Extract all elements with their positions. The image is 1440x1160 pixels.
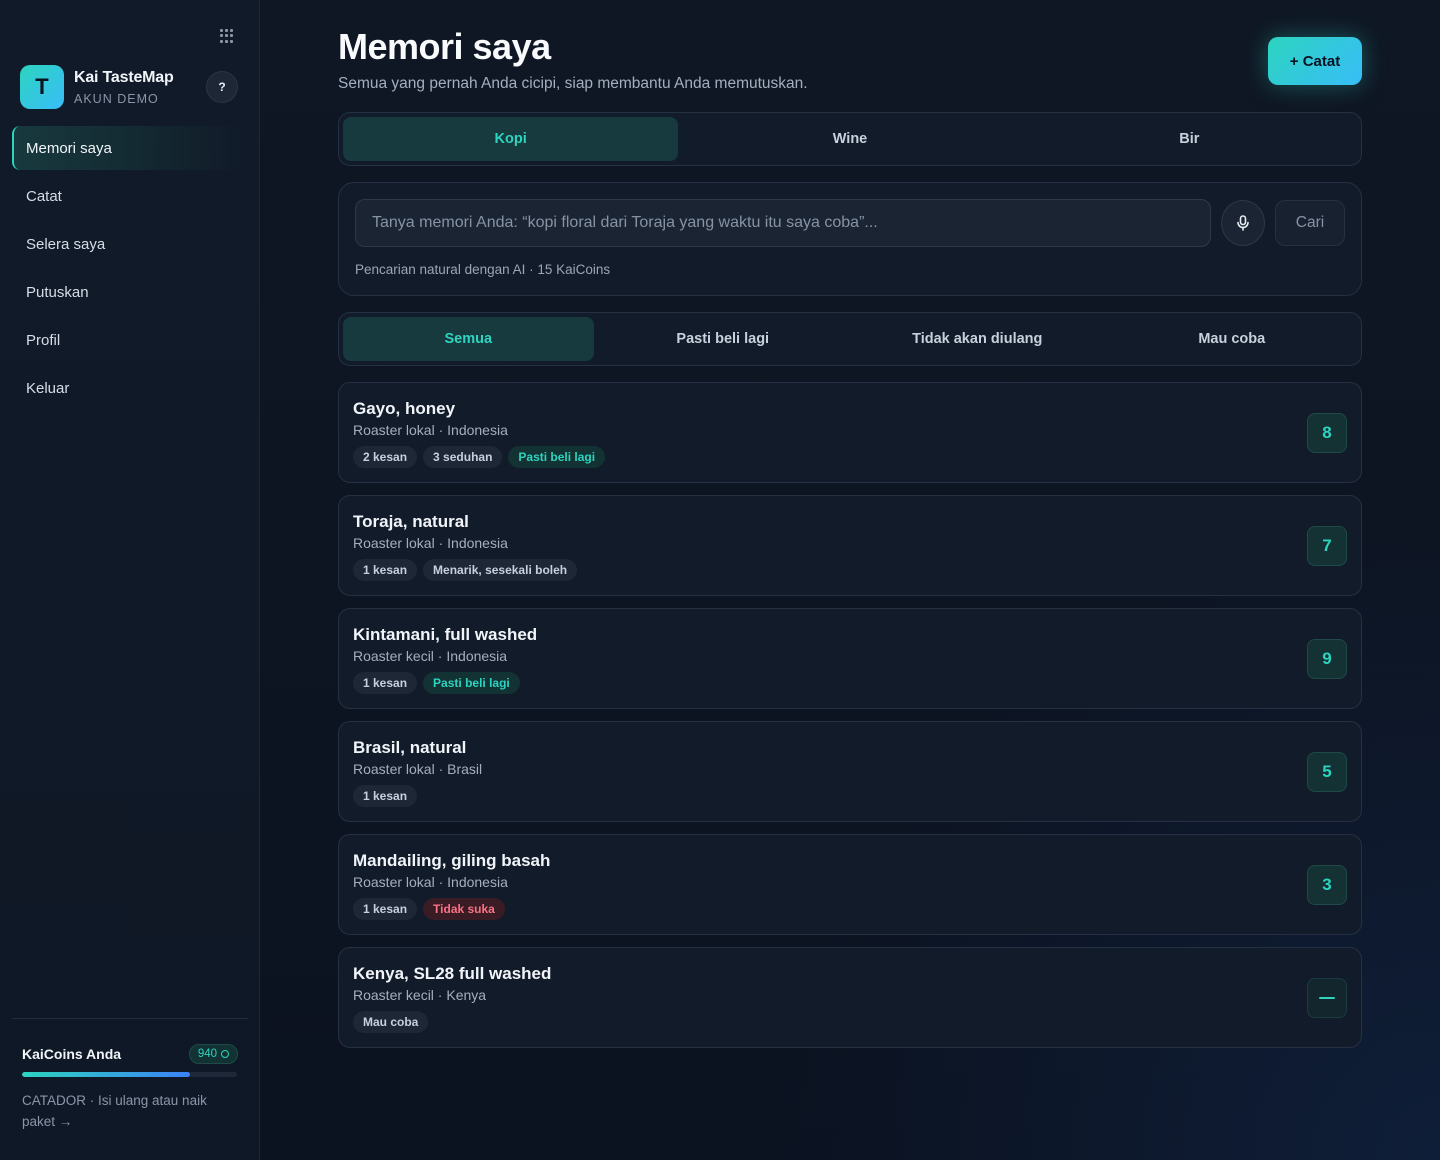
sidebar-item-memori-saya[interactable]: Memori saya bbox=[12, 126, 248, 170]
sidebar-item-profil[interactable]: Profil bbox=[12, 318, 248, 362]
memory-title: Toraja, natural bbox=[353, 512, 469, 531]
memory-card[interactable]: Gayo, honey Roaster lokal · Indonesia 2 ke… bbox=[338, 382, 1362, 483]
microphone-button[interactable] bbox=[1221, 200, 1265, 246]
category-tabs: Kopi Wine Bir bbox=[338, 112, 1362, 166]
search-button[interactable]: Cari bbox=[1275, 200, 1345, 246]
memory-tag: 1 kesan bbox=[353, 785, 418, 807]
memory-tags: 1 kesan bbox=[353, 785, 418, 807]
memory-card[interactable]: Mandailing, giling basah Roaster lokal · … bbox=[338, 834, 1362, 935]
brand-subtitle: AKUN DEMO bbox=[74, 91, 159, 106]
kaicoins-progress-fill bbox=[22, 1072, 190, 1077]
memory-meta: Roaster lokal · Brasil bbox=[353, 761, 483, 777]
kaicoins-badge: 940 bbox=[188, 1044, 238, 1064]
main-content: Memori saya Semua yang pernah Anda cicip… bbox=[260, 0, 1440, 1160]
sidebar-item-selera-saya[interactable]: Selera saya bbox=[12, 222, 248, 266]
filter-tab-mau-coba[interactable]: Mau coba bbox=[1107, 317, 1358, 361]
score-badge: 5 bbox=[1307, 752, 1347, 792]
page-title: Memori saya bbox=[338, 26, 551, 67]
memory-meta: Roaster kecil · Indonesia bbox=[353, 648, 508, 664]
score-badge bbox=[1307, 978, 1347, 1018]
kaicoins-topup-link[interactable]: CATADOR · Isi ulang atau naik paket → bbox=[22, 1090, 238, 1132]
memory-tags: Mau coba bbox=[353, 1011, 429, 1033]
kaicoins-title: KaiCoins Anda bbox=[22, 1046, 122, 1062]
memory-tags: 2 kesan 3 seduhan Pasti beli lagi bbox=[353, 446, 606, 468]
memory-tag: 1 kesan bbox=[353, 559, 418, 581]
memory-meta: Roaster lokal · Indonesia bbox=[353, 422, 508, 438]
memory-card[interactable]: Toraja, natural Roaster lokal · Indonesia… bbox=[338, 495, 1362, 596]
memory-meta: Roaster lokal · Indonesia bbox=[353, 874, 508, 890]
search-card: Cari Pencarian natural dengan AI · 15 Ka… bbox=[338, 182, 1362, 296]
tab-wine[interactable]: Wine bbox=[682, 117, 1017, 161]
brand: T Kai TasteMap AKUN DEMO bbox=[20, 65, 174, 109]
memory-title: Brasil, natural bbox=[353, 738, 467, 757]
sidebar-divider bbox=[12, 1018, 248, 1019]
memory-tag: Menarik, sesekali boleh bbox=[423, 559, 578, 581]
sidebar-nav: Memori saya Catat Selera saya Putuskan Profi… bbox=[12, 126, 248, 414]
score-badge: 9 bbox=[1307, 639, 1347, 679]
filter-tab-pasti-beli-lagi[interactable]: Pasti beli lagi bbox=[598, 317, 849, 361]
filter-tab-semua[interactable]: Semua bbox=[343, 317, 594, 361]
memory-card[interactable]: Brasil, natural Roaster lokal · Brasil 1 k… bbox=[338, 721, 1362, 822]
memory-title: Kintamani, full washed bbox=[353, 625, 538, 644]
score-badge: 8 bbox=[1307, 413, 1347, 453]
memory-card[interactable]: Kintamani, full washed Roaster kecil · In… bbox=[338, 608, 1362, 709]
tab-bir[interactable]: Bir bbox=[1022, 117, 1357, 161]
memory-title: Kenya, SL28 full washed bbox=[353, 964, 552, 983]
memory-meta: Roaster kecil · Kenya bbox=[353, 987, 487, 1003]
kaicoins-panel: KaiCoins Anda 940 CATADOR · Isi ulang at… bbox=[22, 1044, 238, 1132]
memory-meta: Roaster lokal · Indonesia bbox=[353, 535, 508, 551]
memory-card[interactable]: Kenya, SL28 full washed Roaster kecil · K… bbox=[338, 947, 1362, 1048]
kaicoins-header: KaiCoins Anda 940 bbox=[22, 1044, 238, 1064]
memory-title: Gayo, honey bbox=[353, 399, 456, 418]
memory-tag: Pasti beli lagi bbox=[508, 446, 606, 468]
coin-icon bbox=[221, 1050, 229, 1058]
sidebar-item-catat[interactable]: Catat bbox=[12, 174, 248, 218]
search-hint: Pencarian natural dengan AI · 15 KaiCoin… bbox=[355, 262, 611, 277]
memory-tag: Mau coba bbox=[353, 1011, 429, 1033]
score-badge: 3 bbox=[1307, 865, 1347, 905]
brand-text: Kai TasteMap AKUN DEMO bbox=[74, 69, 174, 106]
no-score-dash-icon bbox=[1319, 997, 1335, 999]
brand-name: Kai TasteMap bbox=[74, 68, 174, 86]
memory-tags: 1 kesan Pasti beli lagi bbox=[353, 672, 520, 694]
tab-kopi[interactable]: Kopi bbox=[343, 117, 679, 161]
brand-logo: T bbox=[20, 65, 64, 109]
sidebar: T Kai TasteMap AKUN DEMO ? Memori saya Ca… bbox=[0, 0, 260, 1160]
apps-grid-icon[interactable] bbox=[220, 29, 234, 43]
filter-tab-tidak-akan-diulang[interactable]: Tidak akan diulang bbox=[852, 317, 1103, 361]
sidebar-item-keluar[interactable]: Keluar bbox=[12, 366, 248, 410]
memory-tag: Pasti beli lagi bbox=[423, 672, 520, 694]
memory-tag: 2 kesan bbox=[353, 446, 418, 468]
memory-list: Gayo, honey Roaster lokal · Indonesia 2 ke… bbox=[338, 382, 1362, 1060]
add-entry-button[interactable]: + Catat bbox=[1268, 37, 1362, 85]
help-button[interactable]: ? bbox=[206, 71, 238, 103]
microphone-icon bbox=[1237, 215, 1249, 231]
filter-tabs: Semua Pasti beli lagi Tidak akan diulang Ma… bbox=[338, 312, 1362, 366]
memory-tags: 1 kesan Tidak suka bbox=[353, 898, 505, 920]
score-badge: 7 bbox=[1307, 526, 1347, 566]
kaicoins-progress bbox=[22, 1072, 237, 1077]
search-input[interactable] bbox=[355, 199, 1211, 247]
memory-tag: 1 kesan bbox=[353, 898, 418, 920]
memory-tag: Tidak suka bbox=[423, 898, 505, 920]
app-root: T Kai TasteMap AKUN DEMO ? Memori saya Ca… bbox=[0, 0, 1440, 1160]
page-subtitle: Semua yang pernah Anda cicipi, siap memb… bbox=[338, 75, 808, 92]
memory-tags: 1 kesan Menarik, sesekali boleh bbox=[353, 559, 578, 581]
sidebar-item-putuskan[interactable]: Putuskan bbox=[12, 270, 248, 314]
memory-tag: 3 seduhan bbox=[423, 446, 503, 468]
memory-title: Mandailing, giling basah bbox=[353, 851, 551, 870]
kaicoins-amount: 940 bbox=[197, 1048, 217, 1060]
memory-tag: 1 kesan bbox=[353, 672, 418, 694]
